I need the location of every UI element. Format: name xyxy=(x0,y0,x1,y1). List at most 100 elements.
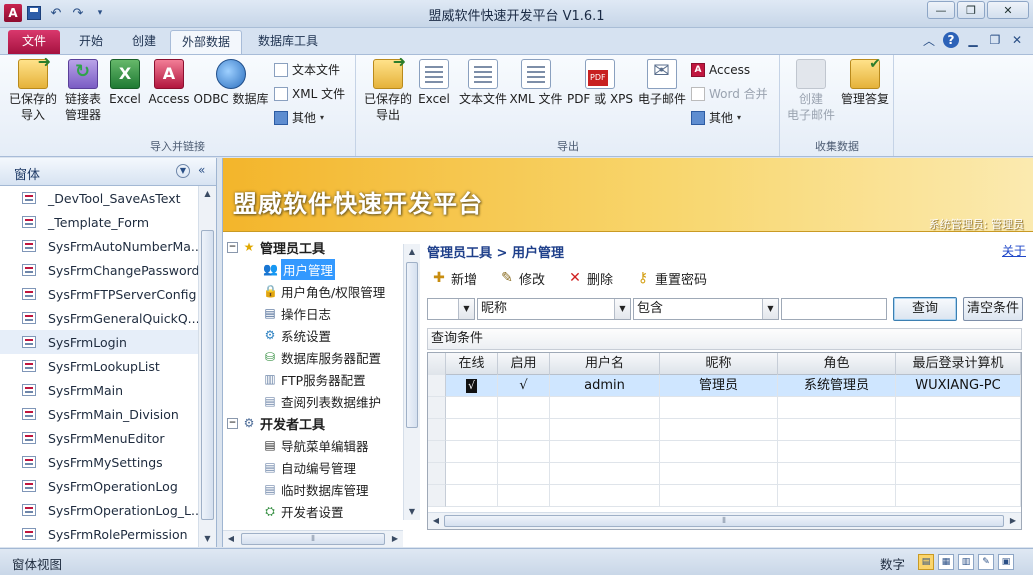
table-cell-online[interactable] xyxy=(446,397,498,419)
table-cell-username[interactable] xyxy=(550,397,660,419)
table-cell-online[interactable] xyxy=(446,463,498,485)
collapse-icon[interactable]: − xyxy=(227,417,238,429)
reset-password-button[interactable]: ⚷ 重置密码 xyxy=(635,266,707,290)
table-cell-enabled[interactable] xyxy=(498,419,550,441)
tree-node-item[interactable]: ▤ 查阅列表数据维护 xyxy=(223,390,421,412)
tree-vertical-thumb[interactable] xyxy=(406,262,418,428)
export-access-button[interactable]: A Access xyxy=(691,59,750,81)
table-cell-enabled[interactable] xyxy=(498,485,550,507)
scroll-down-icon[interactable]: ▼ xyxy=(199,531,216,547)
table-cell-last-pc[interactable] xyxy=(896,463,1021,485)
chevron-down-icon[interactable]: ▼ xyxy=(176,164,190,178)
saved-exports-button[interactable]: 已保存的 导出 xyxy=(361,54,415,123)
scroll-right-icon[interactable]: ▶ xyxy=(1005,513,1021,529)
manage-replies-button[interactable]: 管理答复 xyxy=(837,56,893,107)
table-cell-nickname[interactable]: 管理员 xyxy=(660,375,778,397)
table-cell-enabled[interactable] xyxy=(498,397,550,419)
chevron-down-icon[interactable]: ▼ xyxy=(614,299,630,319)
doc-close-button[interactable]: ✕ xyxy=(1009,32,1025,48)
column-header[interactable]: 用户名 xyxy=(550,353,660,375)
keyword-input[interactable] xyxy=(781,298,887,320)
row-selector[interactable] xyxy=(428,463,446,485)
nav-scrollbar[interactable]: ▲ ▼ xyxy=(198,186,216,547)
chevron-down-icon[interactable]: ▼ xyxy=(762,299,778,319)
nav-item-form[interactable]: SysFrmGeneralQuickQ... xyxy=(0,306,198,330)
restore-button[interactable]: ❐ xyxy=(957,1,985,19)
chevron-down-icon[interactable]: ▼ xyxy=(458,299,474,319)
table-cell-username[interactable] xyxy=(550,419,660,441)
nav-item-form[interactable]: SysFrmMain xyxy=(0,378,198,402)
export-more-button[interactable]: 其他 ▾ xyxy=(691,107,741,129)
import-odbc-button[interactable]: ODBC 数据库 xyxy=(192,59,270,107)
edit-user-button[interactable]: ✎ 修改 xyxy=(499,266,545,290)
doc-restore-button[interactable]: ❐ xyxy=(987,32,1003,48)
create-email-button[interactable]: 创建 电子邮件 xyxy=(783,59,839,123)
nav-item-form[interactable]: SysFrmMenuEditor xyxy=(0,426,198,450)
tree-node-item[interactable]: 🔒 用户角色/权限管理 xyxy=(223,280,421,302)
print-view-button[interactable]: ▣ xyxy=(998,554,1014,570)
tree-node-item[interactable]: ⚙ 系统设置 xyxy=(223,324,421,346)
table-cell-nickname[interactable] xyxy=(660,485,778,507)
table-row[interactable] xyxy=(428,397,1021,419)
nav-item-form[interactable]: SysFrmLookupList xyxy=(0,354,198,378)
import-access-button[interactable]: A Access xyxy=(142,59,196,107)
nav-item-form[interactable]: SysFrmRolePermission xyxy=(0,522,198,546)
tree-horizontal-thumb[interactable]: ⦀ xyxy=(241,533,385,545)
help-icon[interactable]: ? xyxy=(943,32,959,48)
column-header[interactable]: 启用 xyxy=(498,353,550,375)
table-cell-role[interactable] xyxy=(778,463,896,485)
export-text-button[interactable]: 文本文件 xyxy=(455,59,511,107)
nav-scroll-thumb[interactable] xyxy=(201,230,214,520)
tree-node-admin-tools[interactable]: − ★ 管理员工具 xyxy=(223,236,421,258)
nav-item-form[interactable]: SysFrmChangePassword xyxy=(0,258,198,282)
table-row[interactable]: √ √ admin 管理员 系统管理员 WUXIANG-PC xyxy=(428,375,1021,397)
table-cell-username[interactable] xyxy=(550,441,660,463)
nav-item-form[interactable]: SysFrmAutoNumberMa... xyxy=(0,234,198,258)
table-cell-last-pc[interactable] xyxy=(896,485,1021,507)
scroll-up-icon[interactable]: ▲ xyxy=(404,244,420,260)
table-cell-last-pc[interactable]: WUXIANG-PC xyxy=(896,375,1021,397)
table-cell-online[interactable] xyxy=(446,485,498,507)
nav-item-form[interactable]: SysFrmLogin xyxy=(0,330,198,354)
close-button[interactable]: ✕ xyxy=(987,1,1029,19)
scroll-left-icon[interactable]: ◀ xyxy=(223,531,239,547)
table-cell-online[interactable] xyxy=(446,441,498,463)
nav-item-form[interactable]: SysFrmOperationLog_L... xyxy=(0,498,198,522)
tree-node-item[interactable]: ⛭ 开发者设置 xyxy=(223,500,421,522)
tree-horizontal-scrollbar[interactable]: ◀ ⦀ ▶ xyxy=(223,530,403,547)
table-cell-enabled[interactable]: √ xyxy=(498,375,550,397)
nav-item-form[interactable]: _DevTool_SaveAsText xyxy=(0,186,198,210)
row-selector[interactable] xyxy=(428,419,446,441)
tree-node-item[interactable]: 👥 用户管理 xyxy=(223,258,421,280)
access-logo-icon[interactable]: A xyxy=(4,4,22,22)
row-selector[interactable] xyxy=(428,441,446,463)
nav-item-form[interactable]: SysFrmOperationLog xyxy=(0,474,198,498)
import-xml-button[interactable]: XML 文件 xyxy=(274,83,345,105)
nav-pane-header[interactable]: 窗体 ▼ « xyxy=(0,158,216,186)
design-view-button[interactable]: ✎ xyxy=(978,554,994,570)
tree-node-item[interactable]: ▤ 导航菜单编辑器 xyxy=(223,434,421,456)
nav-item-form[interactable]: SysFrmMain_Division xyxy=(0,402,198,426)
tree-node-item[interactable]: ▤ 临时数据库管理 xyxy=(223,478,421,500)
nav-item-form[interactable]: SysFrmMySettings xyxy=(0,450,198,474)
undo-button[interactable]: ↶ xyxy=(46,3,66,23)
table-cell-last-pc[interactable] xyxy=(896,441,1021,463)
tree-node-item[interactable]: ▤ 自动编号管理 xyxy=(223,456,421,478)
tree-vertical-scrollbar[interactable]: ▲ ▼ xyxy=(403,244,420,520)
word-merge-button[interactable]: Word 合并 xyxy=(691,83,768,105)
table-row[interactable] xyxy=(428,441,1021,463)
online-checkbox[interactable]: √ xyxy=(466,378,477,393)
tab-database-tools[interactable]: 数据库工具 xyxy=(248,30,328,54)
export-pdf-button[interactable]: PDF 或 XPS xyxy=(565,59,635,107)
tab-start[interactable]: 开始 xyxy=(66,30,116,54)
table-cell-role[interactable] xyxy=(778,419,896,441)
query-button[interactable]: 查询 xyxy=(893,297,957,321)
table-cell-nickname[interactable] xyxy=(660,419,778,441)
nav-item-form[interactable]: SysFrmFTPServerConfig xyxy=(0,282,198,306)
tree-node-item[interactable]: ⛁ 数据库服务器配置 xyxy=(223,346,421,368)
export-excel-button[interactable]: Excel xyxy=(409,59,459,107)
table-row[interactable] xyxy=(428,419,1021,441)
saved-imports-button[interactable]: 已保存的 导入 xyxy=(6,54,60,123)
collapse-pane-icon[interactable]: « xyxy=(198,163,205,177)
table-cell-role[interactable] xyxy=(778,441,896,463)
